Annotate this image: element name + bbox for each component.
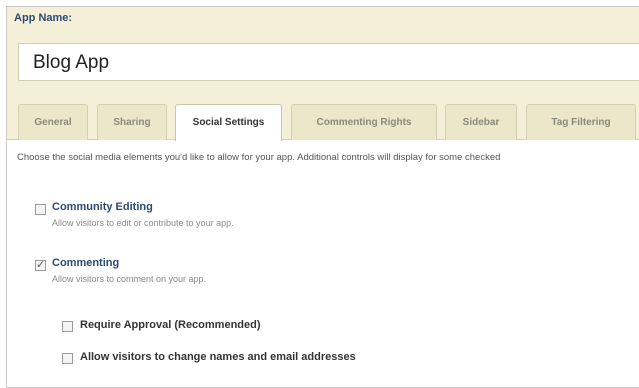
community-editing-description: Allow visitors to edit or contribute to … <box>52 218 234 228</box>
app-name-label: App Name: <box>14 12 73 24</box>
app-name-input[interactable]: Blog App <box>18 43 639 81</box>
commenting-description: Allow visitors to comment on your app. <box>52 274 207 284</box>
commenting-checkbox[interactable]: ✓ <box>35 259 46 271</box>
allow-change-names-label: Allow visitors to change names and email… <box>80 351 356 363</box>
intro-text: Choose the social media elements you'd l… <box>17 152 501 163</box>
community-editing-checkbox[interactable] <box>35 204 46 215</box>
checkmark-icon: ✓ <box>36 259 46 271</box>
tab-social-settings[interactable]: Social Settings <box>175 104 282 141</box>
settings-header: App Name: Blog App General Sharing Socia… <box>7 7 639 141</box>
require-approval-label: Require Approval (Recommended) <box>80 319 261 331</box>
commenting-title: Commenting <box>52 257 120 269</box>
community-editing-title: Community Editing <box>52 201 153 213</box>
tab-sharing[interactable]: Sharing <box>97 104 167 140</box>
allow-change-names-checkbox[interactable] <box>62 353 73 364</box>
app-settings-panel: App Name: Blog App General Sharing Socia… <box>6 6 639 388</box>
require-approval-checkbox[interactable] <box>62 321 73 332</box>
tab-commenting-rights[interactable]: Commenting Rights <box>291 104 437 140</box>
tab-sidebar[interactable]: Sidebar <box>445 104 517 140</box>
tab-general[interactable]: General <box>18 104 88 140</box>
tab-tag-filtering[interactable]: Tag Filtering <box>526 104 636 140</box>
